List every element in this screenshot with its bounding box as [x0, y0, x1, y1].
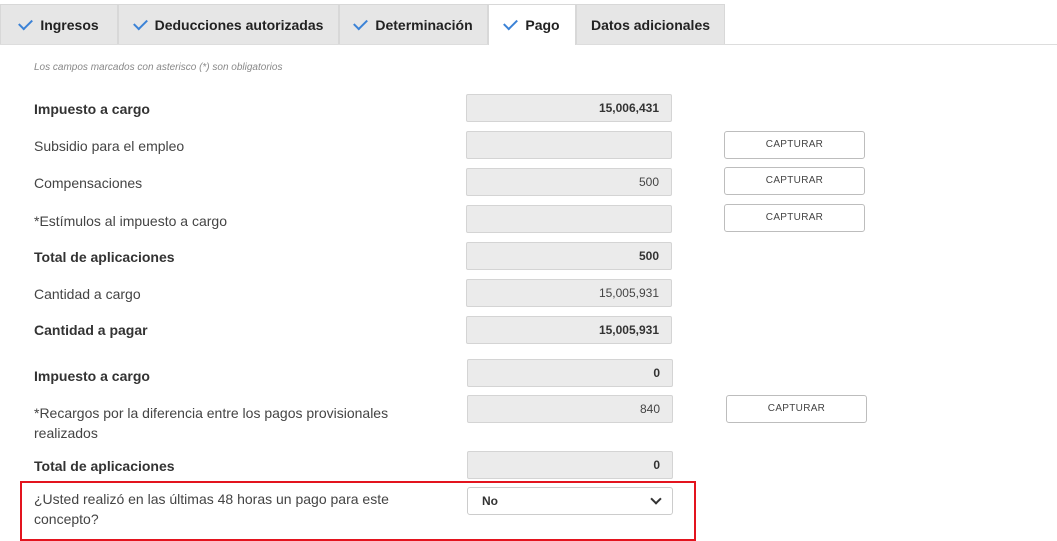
tab-ingresos[interactable]: Ingresos — [0, 4, 118, 44]
capturar-recargos-button[interactable]: CAPTURAR — [726, 395, 867, 423]
tab-label: Ingresos — [40, 16, 99, 33]
total-aplicaciones-field[interactable]: 500 — [466, 242, 672, 270]
question-line1: ¿Usted realizó en las últimas 48 horas u… — [34, 491, 389, 507]
label-total-aplicaciones-2: Total de aplicaciones — [34, 458, 175, 474]
cantidad-a-pagar-field[interactable]: 15,005,931 — [466, 316, 672, 344]
estimulos-field[interactable] — [466, 205, 672, 233]
impuesto-a-cargo-field[interactable]: 15,006,431 — [466, 94, 672, 122]
total-aplicaciones-2-field[interactable]: 0 — [467, 451, 673, 479]
check-icon — [18, 15, 34, 30]
tab-label: Pago — [525, 17, 560, 33]
select-value: No — [482, 494, 498, 508]
check-icon — [503, 15, 519, 31]
tab-label: Datos adicionales — [590, 16, 711, 33]
label-subsidio-empleo: Subsidio para el empleo — [34, 138, 185, 154]
label-cantidad-a-cargo: Cantidad a cargo — [34, 286, 141, 302]
chevron-down-icon — [650, 493, 662, 505]
tab-label: Determinación — [375, 16, 473, 33]
label-recargos-line1: *Recargos por la diferencia entre los pa… — [34, 405, 389, 421]
pago-48-horas-select[interactable]: No — [467, 487, 673, 515]
cantidad-a-cargo-field[interactable]: 15,005,931 — [466, 279, 672, 307]
label-impuesto-a-cargo: Impuesto a cargo — [34, 101, 150, 117]
recargos-field[interactable]: 840 — [467, 395, 673, 423]
question-label: ¿Usted realizó en las últimas 48 horas u… — [34, 489, 389, 529]
tab-deducciones-autorizadas[interactable]: Deducciones autorizadas — [118, 4, 339, 44]
compensaciones-field[interactable]: 500 — [466, 168, 672, 196]
tab-bar: Ingresos Deducciones autorizadas Determi… — [0, 0, 1057, 45]
impuesto-a-cargo-2-field[interactable]: 0 — [467, 359, 673, 387]
check-icon — [353, 15, 369, 30]
capturar-subsidio-button[interactable]: CAPTURAR — [724, 131, 865, 159]
tab-datos-adicionales[interactable]: Datos adicionales — [576, 4, 725, 44]
label-recargos: *Recargos por la diferencia entre los pa… — [34, 403, 388, 443]
required-fields-note: Los campos marcados con asterisco (*) so… — [34, 62, 283, 73]
question-line2: concepto? — [34, 511, 99, 527]
label-estimulos: *Estímulos al impuesto a cargo — [34, 213, 227, 229]
check-icon — [132, 15, 148, 30]
capturar-estimulos-button[interactable]: CAPTURAR — [724, 204, 865, 232]
tab-determinacion[interactable]: Determinación — [339, 4, 488, 44]
label-impuesto-a-cargo-2: Impuesto a cargo — [34, 368, 150, 384]
tab-pago[interactable]: Pago — [488, 4, 576, 45]
label-compensaciones: Compensaciones — [34, 175, 143, 191]
label-total-aplicaciones: Total de aplicaciones — [34, 249, 175, 265]
label-cantidad-a-pagar: Cantidad a pagar — [34, 322, 148, 338]
subsidio-empleo-field[interactable] — [466, 131, 672, 159]
tab-label: Deducciones autorizadas — [154, 16, 324, 33]
capturar-compensaciones-button[interactable]: CAPTURAR — [724, 167, 865, 195]
label-recargos-line2: realizados — [34, 425, 98, 441]
